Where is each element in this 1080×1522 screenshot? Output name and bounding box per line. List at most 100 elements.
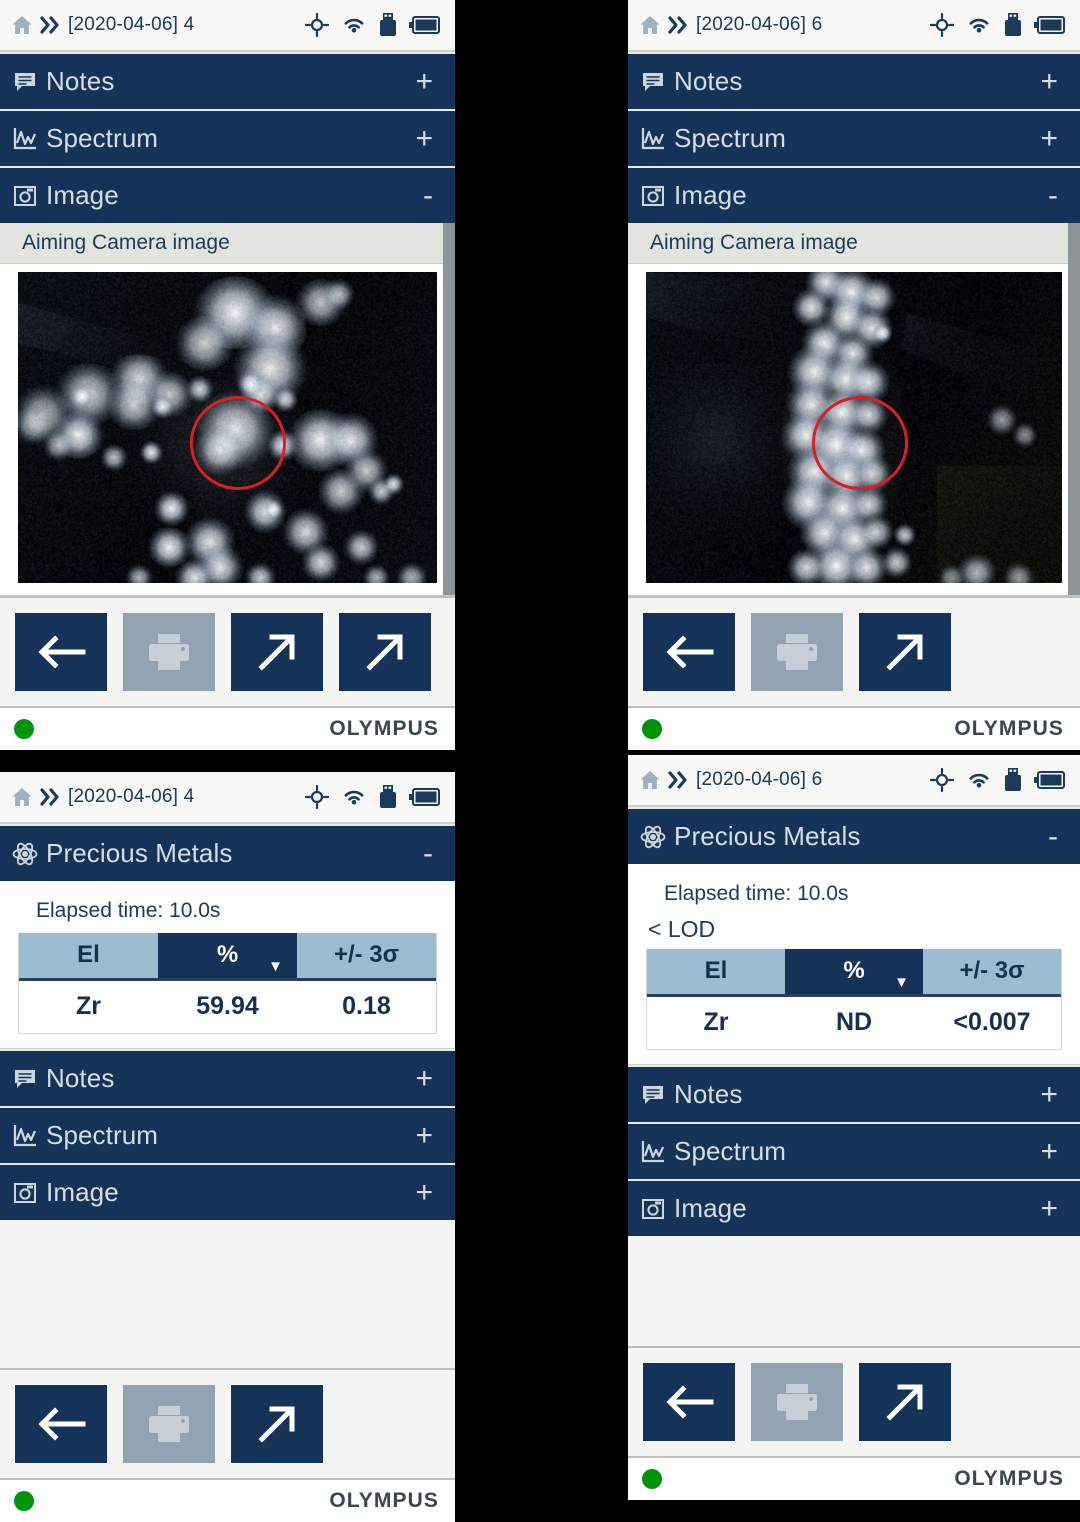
atom-icon	[640, 824, 666, 850]
print-button[interactable]	[123, 613, 215, 691]
sidebar-item-notes[interactable]: Notes +	[628, 1065, 1080, 1122]
camera-image	[18, 272, 437, 583]
gps-target-icon	[930, 13, 954, 37]
spectrum-chart-icon	[12, 1124, 38, 1148]
back-button[interactable]	[15, 613, 107, 691]
vertical-scrollbar[interactable]	[1068, 223, 1080, 595]
double-chevron-right-icon[interactable]	[668, 770, 690, 790]
sidebar-item-notes[interactable]: Notes +	[0, 1049, 455, 1106]
section-toggle[interactable]: +	[415, 1127, 437, 1145]
section-precious-metals[interactable]: Precious Metals -	[628, 807, 1080, 864]
column-header-error[interactable]: +/- 3σ	[297, 933, 436, 979]
print-button[interactable]	[751, 1363, 843, 1441]
sidebar-item-image[interactable]: Image -	[628, 166, 1080, 223]
camera-view[interactable]	[0, 264, 455, 595]
column-header-unit[interactable]: % ▼	[158, 933, 297, 979]
sidebar-item-notes[interactable]: Notes +	[628, 52, 1080, 109]
camera-image-icon	[640, 184, 666, 208]
results-table-shell: El % ▼ +/- 3σ Zr 59.94 0.18	[18, 933, 437, 1034]
sidebar-item-spectrum[interactable]: Spectrum +	[0, 109, 455, 166]
table-header-row: El % ▼ +/- 3σ	[647, 949, 1061, 995]
section-toggle[interactable]: +	[415, 1184, 437, 1202]
export-button-1[interactable]	[231, 613, 323, 691]
home-icon[interactable]	[638, 768, 662, 792]
battery-icon	[1034, 770, 1066, 790]
sidebar-item-spectrum[interactable]: Spectrum +	[628, 109, 1080, 166]
back-button[interactable]	[643, 613, 735, 691]
section-toggle[interactable]: -	[1048, 828, 1062, 846]
double-chevron-right-icon[interactable]	[40, 15, 62, 35]
section-toggle[interactable]: -	[423, 187, 437, 205]
gps-target-icon	[305, 785, 329, 809]
section-toggle[interactable]: +	[415, 73, 437, 91]
sidebar-item-image[interactable]: Image +	[628, 1179, 1080, 1236]
notes-icon	[640, 71, 666, 93]
section-toggle[interactable]: +	[415, 1070, 437, 1088]
results-panel: Elapsed time: 10.0s El % ▼ +/- 3σ Zr 59.…	[0, 881, 455, 1049]
back-button[interactable]	[643, 1363, 735, 1441]
vertical-scrollbar[interactable]	[443, 223, 455, 595]
status-indicator-dot	[642, 1469, 662, 1489]
toolbar	[0, 1368, 455, 1480]
section-toggle[interactable]: +	[415, 130, 437, 148]
section-toggle[interactable]: +	[1040, 1143, 1062, 1161]
section-toggle[interactable]: +	[1040, 73, 1062, 91]
section-toggle[interactable]: +	[1040, 1086, 1062, 1104]
gps-target-icon	[305, 13, 329, 37]
export-button[interactable]	[231, 1385, 323, 1463]
export-button[interactable]	[859, 1363, 951, 1441]
home-icon[interactable]	[638, 13, 662, 37]
aiming-camera-panel: Aiming Camera image	[0, 223, 455, 596]
section-precious-metals[interactable]: Precious Metals -	[0, 824, 455, 881]
column-header-unit[interactable]: % ▼	[785, 949, 923, 995]
table-row[interactable]: Zr 59.94 0.18	[19, 979, 436, 1033]
section-toggle[interactable]: +	[1040, 1200, 1062, 1218]
home-icon[interactable]	[10, 13, 34, 37]
home-icon[interactable]	[10, 785, 34, 809]
lod-note: < LOD	[646, 916, 1062, 949]
elapsed-time: Elapsed time: 10.0s	[646, 878, 1062, 916]
usb-drive-icon	[1004, 768, 1022, 792]
image-caption: Aiming Camera image	[0, 223, 455, 264]
section-toggle[interactable]: -	[1048, 187, 1062, 205]
table-row[interactable]: Zr ND <0.007	[647, 995, 1061, 1049]
brand-logo: OLYMPUS	[329, 1489, 439, 1513]
table-header-row: El % ▼ +/- 3σ	[19, 933, 436, 979]
back-button[interactable]	[15, 1385, 107, 1463]
sidebar-item-image[interactable]: Image +	[0, 1163, 455, 1220]
column-header-element[interactable]: El	[19, 933, 158, 979]
export-button-2[interactable]	[339, 613, 431, 691]
sidebar-item-label: Spectrum	[46, 123, 158, 154]
status-indicator-dot	[642, 719, 662, 739]
print-button[interactable]	[123, 1385, 215, 1463]
chevron-down-icon[interactable]: ▼	[894, 975, 909, 990]
cell-error: 0.18	[297, 979, 436, 1033]
column-header-error[interactable]: +/- 3σ	[923, 949, 1061, 995]
status-indicator-dot	[14, 719, 34, 739]
print-button[interactable]	[751, 613, 843, 691]
sidebar-item-spectrum[interactable]: Spectrum +	[628, 1122, 1080, 1179]
double-chevron-right-icon[interactable]	[668, 15, 690, 35]
camera-image-icon	[12, 1181, 38, 1205]
cell-percent: ND	[785, 995, 923, 1049]
device-screen-top-right: [2020-04-06] 6 Notes + Spectrum + Image …	[628, 0, 1080, 750]
camera-image	[646, 272, 1062, 583]
export-button[interactable]	[859, 613, 951, 691]
double-chevron-right-icon[interactable]	[40, 787, 62, 807]
column-header-element[interactable]: El	[647, 949, 785, 995]
breadcrumb-title: [2020-04-06] 4	[68, 786, 194, 808]
camera-view[interactable]	[628, 264, 1080, 595]
brand-logo: OLYMPUS	[954, 717, 1064, 741]
section-toggle[interactable]: +	[1040, 130, 1062, 148]
sidebar-item-spectrum[interactable]: Spectrum +	[0, 1106, 455, 1163]
sidebar-item-label: Image	[46, 180, 119, 211]
sidebar-item-image[interactable]: Image -	[0, 166, 455, 223]
camera-image-icon	[640, 1197, 666, 1221]
section-toggle[interactable]: -	[423, 845, 437, 863]
chevron-down-icon[interactable]: ▼	[268, 959, 283, 974]
sidebar-item-notes[interactable]: Notes +	[0, 52, 455, 109]
breadcrumb-title: [2020-04-06] 6	[696, 14, 822, 36]
image-caption: Aiming Camera image	[628, 223, 1080, 264]
battery-icon	[409, 787, 441, 807]
status-bar: [2020-04-06] 6	[628, 755, 1080, 807]
